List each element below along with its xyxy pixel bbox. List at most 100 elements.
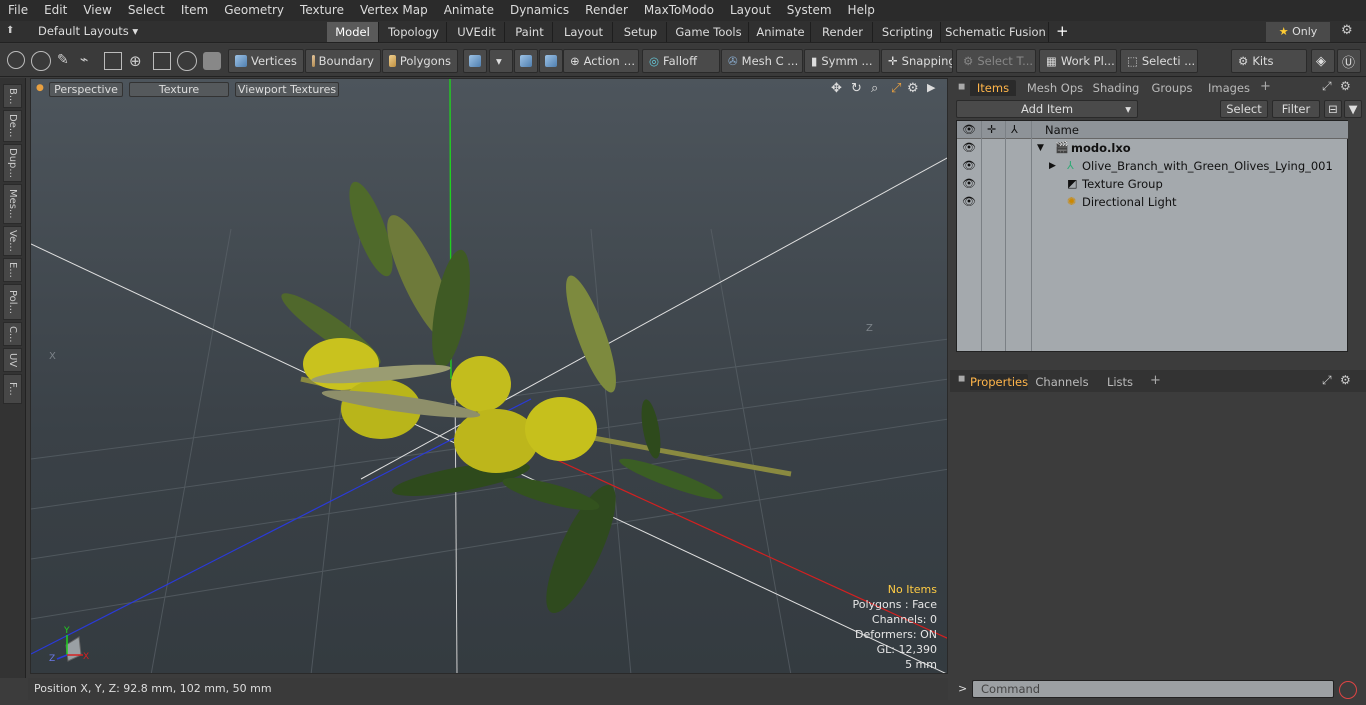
palette-tab-curve[interactable]: C... [3,322,22,346]
add-tab-icon[interactable]: + [1056,22,1069,40]
palette-tab-polygon[interactable]: Pol... [3,284,22,320]
selection-sets-button[interactable]: ⬚ Selecti ... [1120,49,1198,73]
brush-icon[interactable]: ⌁ [80,52,88,68]
zoom-icon[interactable]: ⌕ [871,81,878,96]
rotate-icon[interactable]: ↻ [851,81,862,96]
items-mode-button[interactable] [463,49,487,73]
tab-model[interactable]: Model [327,22,379,42]
mode-dropdown[interactable]: ▾ [489,49,513,73]
palette-tab-edge[interactable]: E... [3,258,22,282]
palette-tab-uv[interactable]: UV [3,348,22,372]
tab-mesh-ops[interactable]: Mesh Ops [1024,80,1086,96]
unreal-button[interactable]: Ⓤ [1337,49,1361,73]
menu-system[interactable]: System [779,0,840,21]
menu-view[interactable]: View [75,0,119,21]
list-item-scene[interactable]: 👁 ▼ 🎬 modo.lxo [957,139,1349,157]
tab-layout[interactable]: Layout [555,22,613,42]
mesh-constraint-button[interactable]: ✇ Mesh C ... [721,49,803,73]
visibility-eye-icon[interactable]: 👁 [962,139,976,157]
record-icon[interactable] [1339,681,1357,699]
panel-maximize-icon[interactable]: ⤢ [1322,79,1332,94]
tab-topology[interactable]: Topology [381,22,447,42]
menu-dynamics[interactable]: Dynamics [502,0,577,21]
list-item-texture-group[interactable]: 👁 ◩ Texture Group [957,175,1349,193]
tab-setup[interactable]: Setup [615,22,667,42]
add-item-dropdown[interactable]: Add Item ▾ [956,100,1138,118]
sym-b-button[interactable] [539,49,563,73]
command-input[interactable]: Command [972,680,1334,698]
select-button[interactable]: Select [1220,100,1268,118]
panel-menu-icon[interactable]: ◼ [958,82,965,92]
panel-gear-icon[interactable]: ⚙ [1340,79,1351,93]
visibility-eye-icon[interactable]: 👁 [962,193,976,211]
menu-help[interactable]: Help [840,0,883,21]
pen-tool-icon[interactable]: ✎ [57,52,69,68]
gear-icon[interactable]: ⚙ [1341,23,1353,38]
viewport-textures-button[interactable]: Viewport Textures [235,82,339,97]
tab-groups[interactable]: Groups [1148,80,1196,96]
menu-geometry[interactable]: Geometry [216,0,292,21]
palette-tab-basic[interactable]: B... [3,84,22,108]
circle-select-icon[interactable] [7,51,25,69]
visibility-eye-icon[interactable]: 👁 [962,175,976,193]
palette-tab-deform[interactable]: De... [3,110,22,142]
menu-maxtomodo[interactable]: MaxToModo [636,0,722,21]
tab-items[interactable]: Items [970,80,1016,96]
palette-tab-mesh[interactable]: Mes... [3,184,22,224]
menu-file[interactable]: File [0,0,36,21]
align-icon[interactable] [104,52,122,70]
viewport-gear-icon[interactable]: ⚙ [907,81,919,96]
expand-chevron-icon[interactable]: ▶ [1049,157,1056,175]
menu-animate[interactable]: Animate [436,0,502,21]
tab-render[interactable]: Render [813,22,873,42]
palette-tab-vertex[interactable]: Ve... [3,226,22,256]
falloff-button[interactable]: ◎ Falloff [642,49,720,73]
tab-properties[interactable]: Properties [970,374,1028,390]
menu-layout[interactable]: Layout [722,0,779,21]
funnel-icon[interactable]: ▼ [1344,100,1362,118]
center-icon[interactable]: ⊕ [129,52,142,70]
add-panel-tab-icon[interactable]: + [1150,373,1161,388]
action-center-button[interactable]: ⊕ Action… [563,49,639,73]
tab-lists[interactable]: Lists [1096,374,1144,390]
name-column-header[interactable]: Name [1045,121,1079,139]
add-panel-tab-icon[interactable]: + [1260,79,1271,94]
kits-button[interactable]: ⚙ Kits [1231,49,1307,73]
only-toggle[interactable]: ★ Only [1266,22,1330,42]
3d-viewport[interactable]: X Z Y X Z ● Perspective Texture Viewport… [30,78,948,674]
palette-tab-duplicate[interactable]: Dup... [3,144,22,182]
tab-scripting[interactable]: Scripting [875,22,941,42]
menu-render[interactable]: Render [577,0,636,21]
maximize-icon[interactable]: ⤢ [891,81,901,96]
menu-edit[interactable]: Edit [36,0,75,21]
globe-icon[interactable] [31,51,51,71]
tab-channels[interactable]: Channels [1034,374,1090,390]
play-icon[interactable]: ▶ [927,81,935,94]
boundary-button[interactable]: Boundary [305,49,381,73]
layout-up-icon[interactable]: ⬆ [6,25,14,36]
collapse-icon[interactable]: ⊟ [1324,100,1342,118]
unity-button[interactable]: ◈ [1311,49,1335,73]
list-item-mesh[interactable]: 👁 ▶ ⅄ Olive_Branch_with_Green_Olives_Lyi… [957,157,1349,175]
material-icon[interactable] [203,52,221,70]
list-item-directional-light[interactable]: 👁 ✺ Directional Light [957,193,1349,211]
menu-item[interactable]: Item [173,0,216,21]
expand-chevron-icon[interactable]: ▼ [1037,139,1044,157]
sym-a-button[interactable] [514,49,538,73]
panel-maximize-icon[interactable]: ⤢ [1322,373,1332,388]
visibility-eye-icon[interactable]: 👁 [962,157,976,175]
default-layouts-dropdown[interactable]: Default Layouts ▾ [38,24,138,38]
panel-gear-icon[interactable]: ⚙ [1340,373,1351,387]
symmetry-button[interactable]: ▮ Symm ... [804,49,880,73]
palette-tab-fusion[interactable]: F... [3,374,22,404]
timer-icon[interactable] [177,51,197,71]
menu-texture[interactable]: Texture [292,0,352,21]
tab-game-tools[interactable]: Game Tools [669,22,749,42]
vertices-button[interactable]: Vertices [228,49,304,73]
item-list-scrollbar[interactable] [1348,120,1360,352]
tab-images[interactable]: Images [1202,80,1256,96]
work-plane-button[interactable]: ▦ Work Pl... [1039,49,1117,73]
tab-schematic-fusion[interactable]: Schematic Fusion [943,22,1049,42]
viewport-menu-dot-icon[interactable]: ● [36,83,44,93]
filter-button[interactable]: Filter [1272,100,1320,118]
